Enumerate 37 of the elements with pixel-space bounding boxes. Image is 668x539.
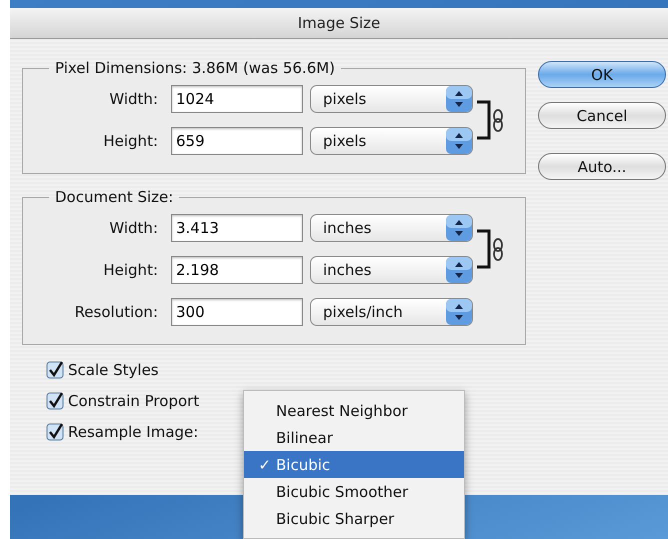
checkbox[interactable] [46, 423, 64, 441]
checkbox[interactable] [46, 361, 64, 379]
menu-item[interactable]: Bicubic Sharper [244, 505, 464, 532]
field-label: Height: [102, 261, 159, 279]
input-field[interactable]: 2.198 [171, 256, 303, 284]
menu-item[interactable]: Nearest Neighbor [244, 397, 464, 424]
unit-dropdown[interactable]: pixels [310, 85, 473, 113]
unit-dropdown[interactable]: inches [310, 214, 473, 242]
checkbox-label: Constrain Proport [68, 392, 200, 410]
field-label: Height: [102, 132, 159, 150]
group-title: Document Size: [54, 188, 174, 206]
unit-dropdown[interactable]: pixels/inch [310, 298, 473, 326]
field-label: Width: [108, 90, 159, 108]
checkbox[interactable] [46, 392, 64, 410]
window-title: Image Size [298, 14, 380, 32]
checkbox-label: Scale Styles [68, 361, 159, 379]
stepper-arrows-icon [446, 257, 472, 283]
stepper-arrows-icon [446, 86, 472, 112]
stepper-arrows-icon [446, 128, 472, 154]
dialog-button[interactable]: Auto... [538, 153, 666, 180]
dialog-button[interactable]: OK [538, 61, 666, 88]
unit-dropdown[interactable]: inches [310, 256, 473, 284]
menu-item[interactable]: Bilinear [244, 424, 464, 451]
field-label: Width: [108, 219, 159, 237]
dialog-button[interactable]: Cancel [538, 102, 666, 129]
stepper-arrows-icon [446, 215, 472, 241]
unit-dropdown[interactable]: pixels [310, 127, 473, 155]
menu-item[interactable]: ✓ Bicubic [244, 451, 464, 478]
input-field[interactable]: 3.413 [171, 214, 303, 242]
menu-item[interactable]: Bicubic Smoother [244, 478, 464, 505]
stepper-arrows-icon [446, 299, 472, 325]
input-field[interactable]: 300 [171, 298, 303, 326]
field-label: Resolution: [74, 303, 159, 321]
input-field[interactable]: 1024 [171, 85, 303, 113]
input-field[interactable]: 659 [171, 127, 303, 155]
checkbox-label: Resample Image: [68, 423, 198, 441]
group-title: Pixel Dimensions: 3.86M (was 56.6M) [54, 59, 336, 77]
